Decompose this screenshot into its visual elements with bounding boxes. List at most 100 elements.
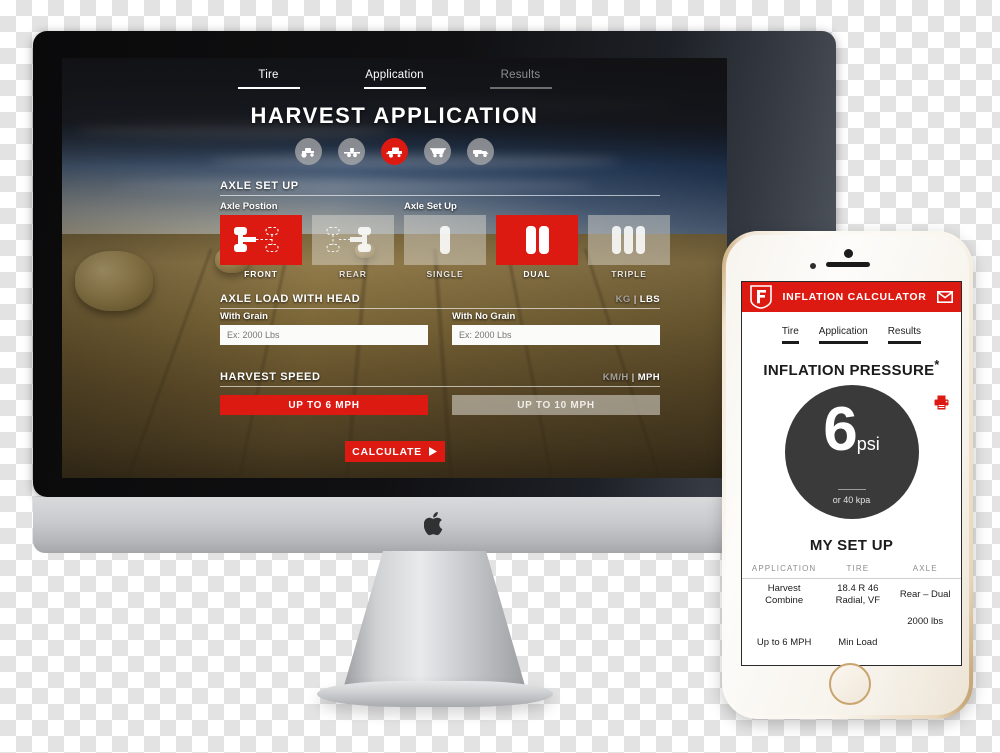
axle-load-heading: AXLE LOAD WITH HEAD [220, 293, 361, 305]
imac-stand-base [316, 681, 553, 707]
my-setup-table: APPLICATION TIRE AXLE Harvest Combine 18… [742, 561, 961, 654]
with-grain-label: With Grain [220, 311, 268, 322]
iphone-front-panel: INFLATION CALCULATOR Tire Application Re… [726, 235, 969, 715]
tab-results[interactable]: Results [489, 69, 552, 94]
unit-separator: | [631, 372, 635, 383]
tab-underline [363, 87, 426, 89]
tractor-icon[interactable] [295, 138, 322, 165]
earpiece-speaker [825, 262, 870, 267]
phone-tab-results[interactable]: Results [887, 326, 922, 344]
axle-position-front-label: FRONT [244, 269, 278, 279]
axle-setup-triple[interactable]: TRIPLE [588, 215, 670, 279]
harvest-speed-options: UP TO 6 MPH UP TO 10 MPH [220, 395, 660, 415]
calculate-button[interactable]: CALCULATE [344, 441, 445, 462]
truck-icon[interactable] [467, 138, 494, 165]
printer-icon[interactable] [934, 395, 949, 410]
phone-tab-results-label: Results [887, 326, 922, 337]
harvest-speed-heading-row: HARVEST SPEED KM/H | MPH [220, 371, 660, 387]
speed-unit-toggle[interactable]: KM/H | MPH [603, 372, 660, 383]
application-icon-row [62, 138, 727, 165]
tab-tire[interactable]: Tire [237, 69, 300, 94]
combine-icon[interactable] [381, 138, 408, 165]
imac-stand-neck [342, 551, 527, 691]
unit-separator: | [633, 294, 637, 305]
tab-underline [237, 87, 300, 89]
axle-setup-triple-label: TRIPLE [611, 269, 647, 279]
tab-application[interactable]: Application [363, 69, 426, 94]
axle-setup-dual[interactable]: DUAL [496, 215, 578, 279]
table-row: 2000 lbs [742, 612, 961, 633]
tab-application-label: Application [365, 69, 424, 81]
step-tabs: Tire Application Results [62, 69, 727, 94]
unit-lbs-option[interactable]: LBS [640, 294, 660, 305]
cell-application-value [742, 612, 826, 633]
page-title: HARVEST APPLICATION [250, 103, 539, 128]
axle-load-section: AXLE LOAD WITH HEAD KG|LBS With Grain Wi… [220, 293, 660, 345]
play-arrow-icon [428, 447, 437, 456]
tire-single-icon [404, 215, 486, 265]
tab-underline [818, 341, 868, 344]
cell-application-value: Harvest Combine [765, 582, 804, 607]
phone-tab-tire[interactable]: Tire [781, 326, 799, 344]
app-header: INFLATION CALCULATOR [742, 282, 961, 312]
cell-tire-value: 18.4 R 46 Radial, VF [835, 582, 881, 607]
table-header-row: APPLICATION TIRE AXLE [742, 561, 961, 579]
axle-position-label: Axle Postion [220, 201, 278, 212]
axle-front-icon [220, 215, 302, 265]
tire-dual-icon [496, 215, 578, 265]
cell-load-value: Min Load [838, 636, 878, 648]
pressure-unit: psi [856, 433, 880, 454]
with-grain-field-group: With Grain [220, 311, 428, 345]
footnote-marker: * [934, 357, 940, 372]
phone-tab-application-label: Application [818, 326, 868, 337]
axle-load-heading-row: AXLE LOAD WITH HEAD KG | LBS [220, 293, 660, 309]
home-button[interactable] [828, 663, 871, 705]
cell-axle-load-value: 2000 lbs [907, 616, 944, 628]
speed-option-10mph[interactable]: UP TO 10 MPH [452, 395, 660, 415]
iphone-device: INFLATION CALCULATOR Tire Application Re… [722, 231, 973, 719]
pressure-gauge-area: 6psi or 40 kpa [742, 384, 961, 535]
imac-device: Tire Application Results HARVEST APPLICA… [33, 31, 836, 714]
apple-logo-icon [423, 512, 442, 536]
sprayer-icon[interactable] [338, 138, 365, 165]
harvest-speed-section: HARVEST SPEED KM/H | MPH UP TO 6 MPH UP TO… [220, 371, 660, 415]
axle-position-front[interactable]: FRONT [220, 215, 302, 279]
axle-position-rear-label: REAR [339, 269, 367, 279]
axle-setup-heading: AXLE SET UP [220, 180, 299, 192]
phone-tab-tire-label: Tire [781, 326, 799, 337]
speed-option-6mph[interactable]: UP TO 6 MPH [220, 395, 428, 415]
unit-kg-option[interactable]: KG [616, 294, 631, 305]
envelope-icon[interactable] [937, 291, 953, 303]
imac-screen: Tire Application Results HARVEST APPLICA… [62, 58, 727, 478]
column-application: APPLICATION [742, 561, 827, 579]
ambient-sensor [809, 263, 816, 269]
axle-setup-single[interactable]: SINGLE [404, 215, 486, 279]
grain-cart-icon[interactable] [424, 138, 451, 165]
weight-unit-toggle[interactable]: KG | LBS [616, 294, 660, 305]
axle-setup-section: AXLE SET UP Axle Postion FRONT REAR Axle… [220, 180, 670, 279]
tab-results-label: Results [500, 69, 541, 81]
with-grain-input[interactable] [220, 325, 428, 345]
column-axle: AXLE [889, 561, 961, 579]
table-row: Harvest Combine 18.4 R 46 Radial, VF Rea… [742, 578, 961, 612]
imac-bezel: Tire Application Results HARVEST APPLICA… [33, 31, 836, 497]
my-setup-heading: MY SET UP [809, 536, 894, 554]
unit-kmh-option[interactable]: KM/H [603, 372, 629, 383]
inflation-calculator-app: Tire Application Results HARVEST APPLICA… [62, 58, 727, 478]
table-row: Up to 6 MPH Min Load [742, 633, 961, 654]
axle-position-rear[interactable]: REAR [312, 215, 394, 279]
no-grain-input[interactable] [452, 325, 660, 345]
axle-load-fields: With Grain With No Grain [220, 311, 660, 345]
unit-mph-option[interactable]: MPH [638, 372, 660, 383]
axle-rear-icon [312, 215, 394, 265]
tire-triple-icon [588, 215, 670, 265]
axle-setup-dual-label: DUAL [523, 269, 551, 279]
no-grain-label: With No Grain [452, 311, 516, 322]
calculate-button-label: CALCULATE [352, 445, 422, 458]
harvest-speed-heading: HARVEST SPEED [220, 371, 321, 383]
inflation-pressure-heading: INFLATION PRESSURE* [742, 358, 961, 379]
pressure-value: 6 [823, 394, 857, 464]
inflation-pressure-heading-text: INFLATION PRESSURE [763, 361, 935, 379]
iphone-screen: INFLATION CALCULATOR Tire Application Re… [741, 281, 962, 666]
phone-tab-application[interactable]: Application [818, 326, 868, 344]
